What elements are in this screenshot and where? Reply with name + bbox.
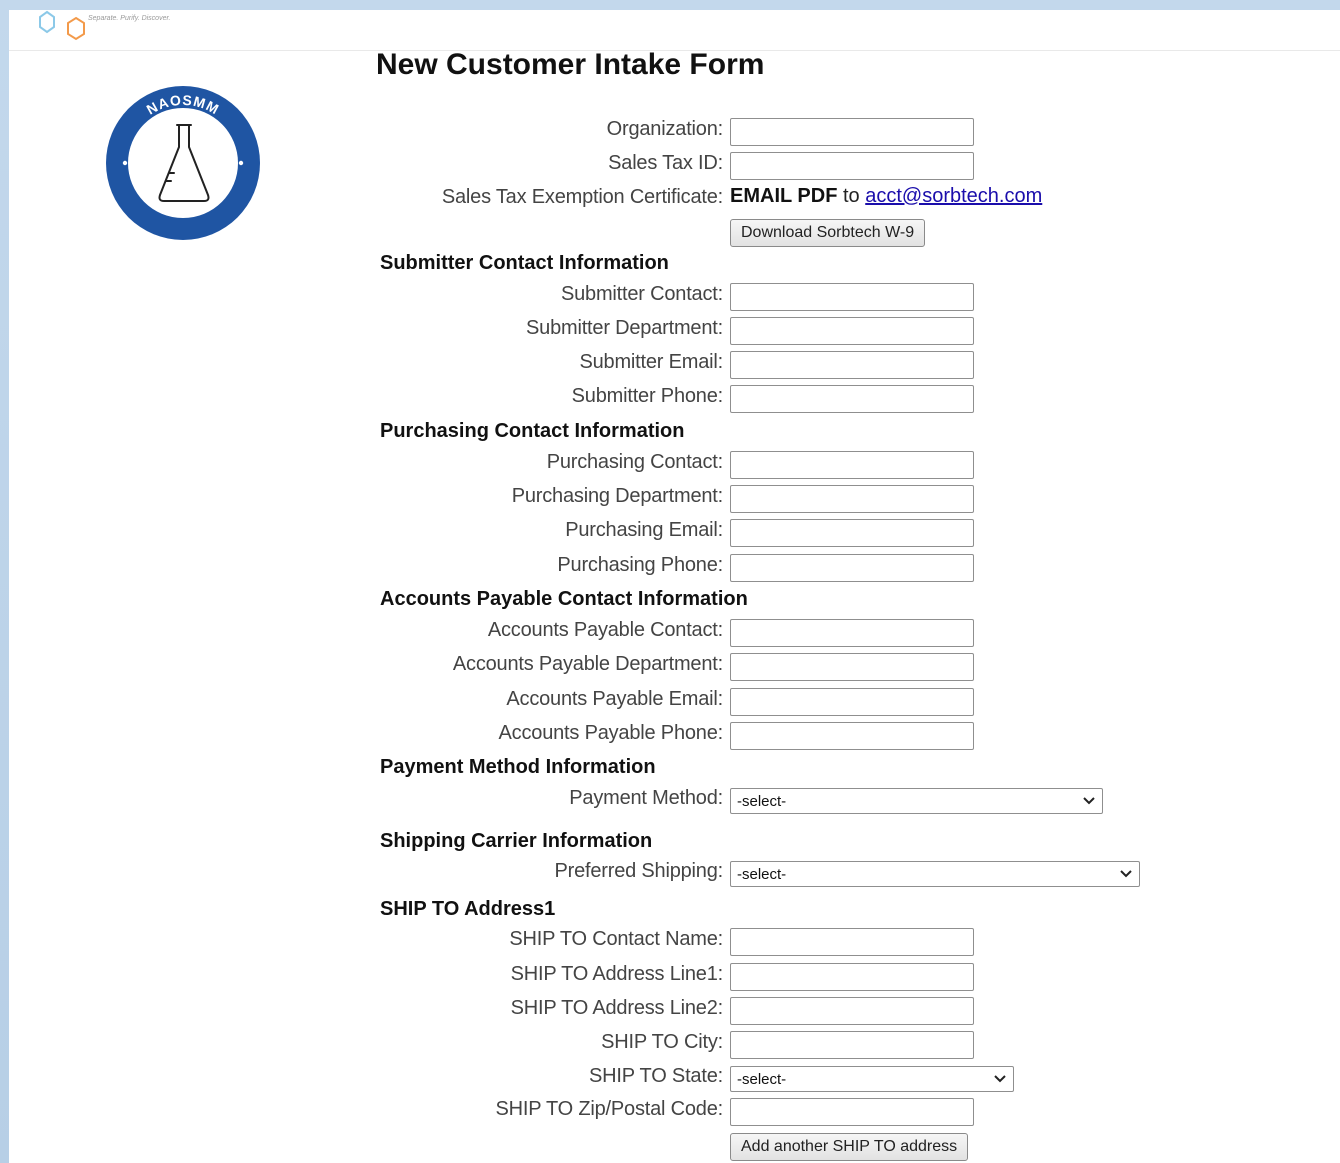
ship-to-line1-label: SHIP TO Address Line1: [510,963,724,985]
naosmm-seal-logo: NAOSMM NATIONAL ASSOCIATION OF SCIENTIFI… [103,83,260,240]
exemption-email-line: EMAIL PDF to acct@sorbtech.com [730,185,1042,208]
page-title: New Customer Intake Form [376,48,765,81]
payable-contact-label: Accounts Payable Contact: [487,619,723,641]
submitter-phone-input[interactable] [730,385,974,413]
submitter-section-heading: Submitter Contact Information [380,252,669,274]
purchasing-section-heading: Purchasing Contact Information [380,420,685,442]
purchasing-department-input[interactable] [730,485,974,513]
ship-to-contact-name-label: SHIP TO Contact Name: [509,928,723,950]
payment-method-label: Payment Method: [569,787,723,809]
submitter-contact-label: Submitter Contact: [560,283,723,305]
preferred-shipping-label: Preferred Shipping: [554,860,723,882]
payable-department-label: Accounts Payable Department: [452,653,723,675]
purchasing-department-label: Purchasing Department: [511,485,723,507]
payable-email-label: Accounts Payable Email: [506,688,723,710]
purchasing-email-input[interactable] [730,519,974,547]
purchasing-phone-input[interactable] [730,554,974,582]
page: Separate. Purify. Discover. NAOSMM NATIO… [9,10,1340,1163]
payable-contact-input[interactable] [730,619,974,647]
ship-to-contact-name-input[interactable] [730,928,974,956]
payable-phone-input[interactable] [730,722,974,750]
ship-to-line2-label: SHIP TO Address Line2: [510,997,724,1019]
purchasing-contact-label: Purchasing Contact: [546,451,724,473]
submitter-contact-input[interactable] [730,283,974,311]
payable-section-heading: Accounts Payable Contact Information [380,588,748,610]
email-pdf-text: EMAIL PDF [730,185,838,207]
ship-to-city-input[interactable] [730,1031,974,1059]
payment-method-select[interactable]: -select- [730,788,1103,814]
ship-to-line1-input[interactable] [730,963,974,991]
organization-label: Organization: [606,118,724,140]
ship-to-zip-input[interactable] [730,1098,974,1126]
ship-to-line2-input[interactable] [730,997,974,1025]
submitter-email-label: Submitter Email: [579,351,723,373]
sales-tax-id-label: Sales Tax ID: [608,152,723,174]
preferred-shipping-value: -select- [737,866,787,883]
add-ship-to-address-button[interactable]: Add another SHIP TO address [730,1133,969,1161]
submitter-phone-label: Submitter Phone: [571,385,724,407]
submitter-email-input[interactable] [730,351,974,379]
ship-to-city-label: SHIP TO City: [601,1031,723,1053]
exemption-certificate-label: Sales Tax Exemption Certificate: [441,186,723,208]
chevron-down-icon [994,1075,1006,1083]
purchasing-email-label: Purchasing Email: [565,519,723,541]
top-header: Separate. Purify. Discover. [9,10,1340,51]
payment-section-heading: Payment Method Information [380,756,656,778]
ship-to-section-heading: SHIP TO Address1 [380,898,556,920]
accounting-email-link[interactable]: acct@sorbtech.com [865,185,1042,207]
submitter-department-label: Submitter Department: [526,317,723,339]
download-w9-button[interactable]: Download Sorbtech W-9 [730,219,926,247]
tagline: Separate. Purify. Discover. [88,15,171,22]
purchasing-contact-input[interactable] [730,451,974,479]
purchasing-phone-label: Purchasing Phone: [557,554,723,576]
email-to-text: to [842,185,860,207]
payable-email-input[interactable] [730,688,974,716]
ship-to-state-label: SHIP TO State: [589,1065,723,1087]
ship-to-zip-label: SHIP TO Zip/Postal Code: [495,1098,723,1120]
payment-method-value: -select- [737,793,787,810]
sorbtech-logo[interactable] [21,10,93,42]
chevron-down-icon [1083,797,1095,805]
payable-phone-label: Accounts Payable Phone: [498,722,724,744]
chevron-down-icon [1120,870,1132,878]
organization-input[interactable] [730,118,974,146]
ship-to-state-value: -select- [737,1071,787,1088]
preferred-shipping-select[interactable]: -select- [730,861,1140,887]
submitter-department-input[interactable] [730,317,974,345]
payable-department-input[interactable] [730,653,974,681]
ship-to-state-select[interactable]: -select- [730,1066,1014,1092]
shipping-section-heading: Shipping Carrier Information [380,830,653,852]
sales-tax-id-input[interactable] [730,152,974,180]
